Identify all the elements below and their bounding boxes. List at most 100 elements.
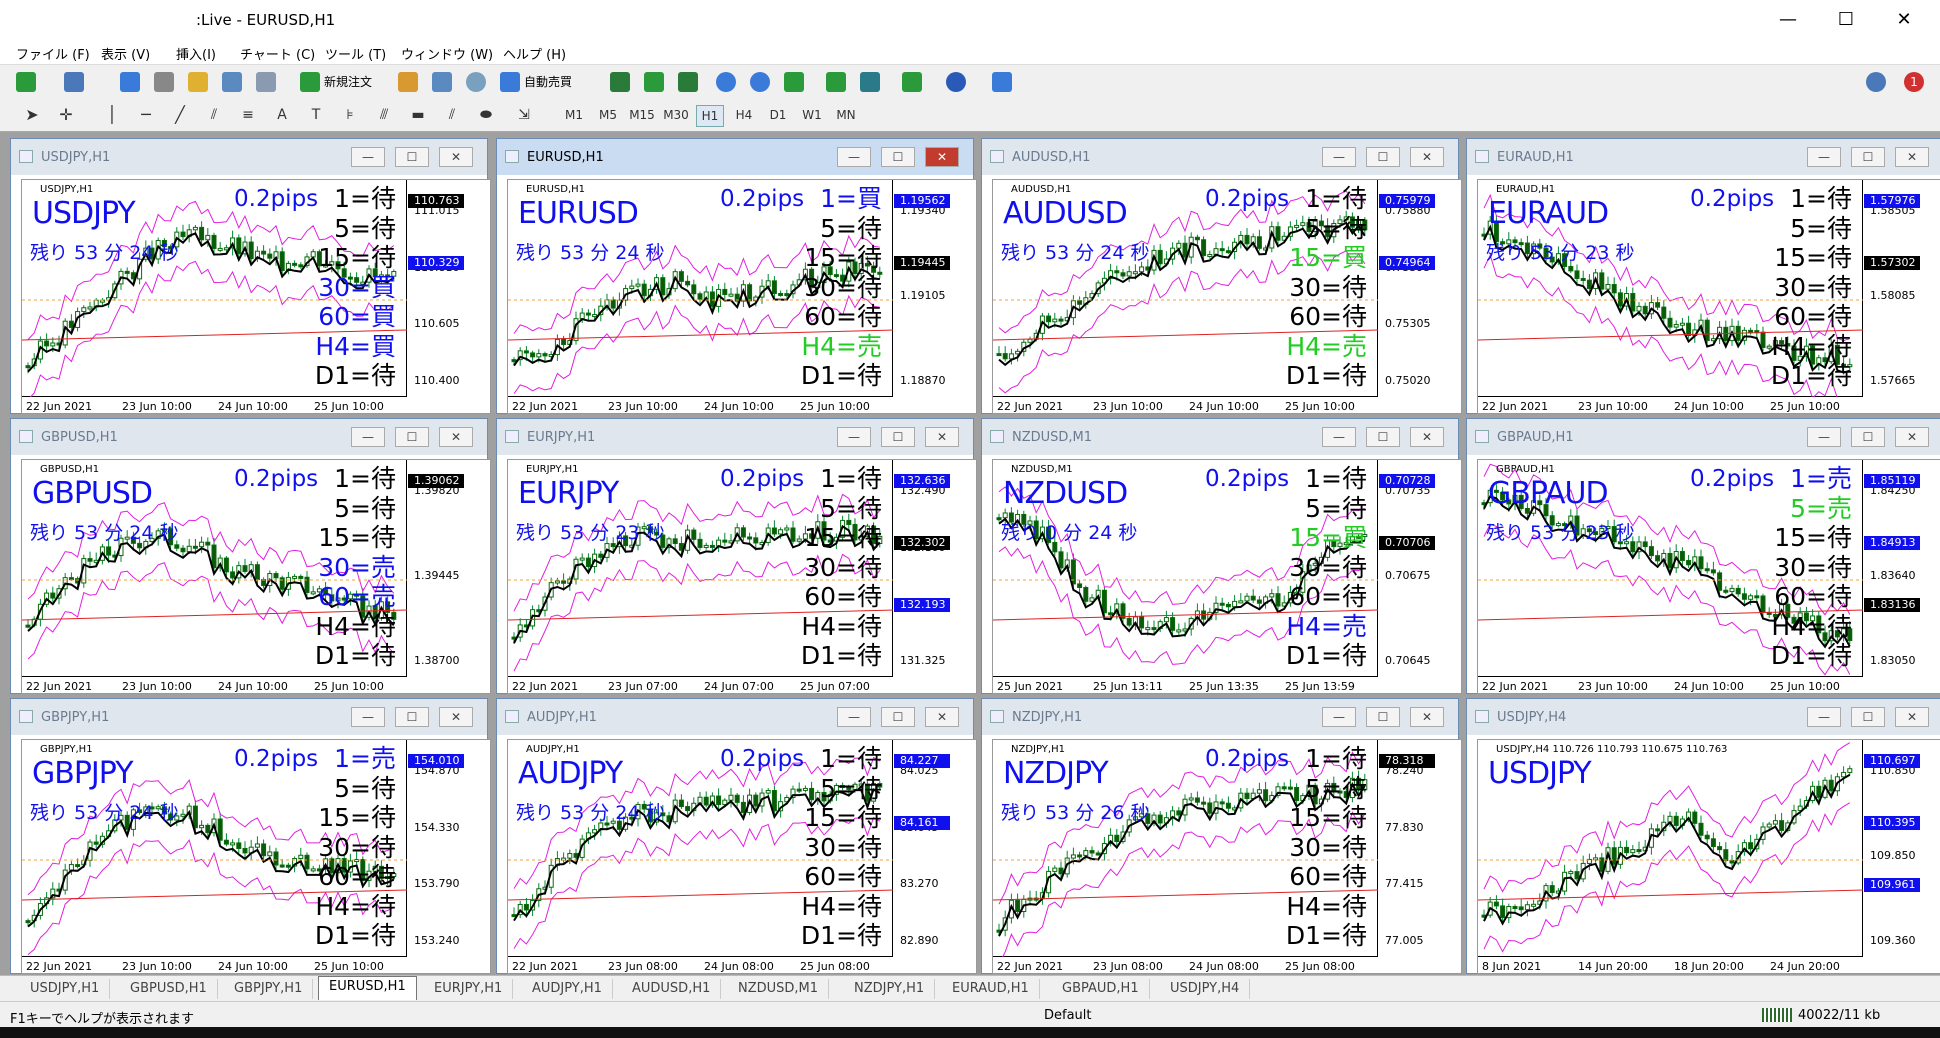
chart-window-caption[interactable]: GBPJPY,H1 — ☐ ✕ [11, 699, 487, 735]
maximize-chart-button[interactable]: ☐ [1851, 147, 1885, 167]
chart-window-caption[interactable]: USDJPY,H1 — ☐ ✕ [11, 139, 487, 175]
close-chart-button[interactable]: ✕ [1410, 427, 1444, 447]
tile-windows-icon[interactable] [784, 72, 804, 92]
menu-insert[interactable]: 挿入(I) [176, 44, 216, 63]
channel-icon[interactable]: ⫽ [438, 105, 466, 125]
timeframe-m30[interactable]: M30 [662, 105, 690, 125]
search-icon[interactable] [1866, 72, 1886, 92]
zoom-out-icon[interactable] [750, 72, 770, 92]
tab-nzdusd-m1[interactable]: NZDUSD,M1 [728, 979, 830, 999]
bar-chart-icon[interactable] [610, 72, 630, 92]
crosshair-icon[interactable] [154, 72, 174, 92]
chart-area[interactable]: AUDJPY,H1 AUDJPY 0.2pips 残り 53 分 24 秒 1=待 5=待… [507, 739, 977, 974]
close-chart-button[interactable]: ✕ [925, 427, 959, 447]
minimize-chart-button[interactable]: — [351, 147, 385, 167]
minimize-chart-button[interactable]: — [1322, 707, 1356, 727]
tab-usdjpy-h4[interactable]: USDJPY,H4 [1160, 979, 1251, 999]
navigator-icon[interactable] [188, 72, 208, 92]
equidistant-channel-icon[interactable]: ⫽ [200, 105, 228, 125]
minimize-chart-button[interactable]: — [351, 707, 385, 727]
new-order-icon[interactable] [300, 72, 320, 92]
tab-audjpy-h1[interactable]: AUDJPY,H1 [522, 979, 613, 999]
tab-audusd-h1[interactable]: AUDUSD,H1 [622, 979, 722, 999]
close-chart-button[interactable]: ✕ [1410, 147, 1444, 167]
chart-window[interactable]: USDJPY,H4 — ☐ ✕ USDJPY,H4 110.726 110.793 11… [1466, 698, 1940, 974]
minimize-chart-button[interactable]: — [837, 427, 871, 447]
tab-eurjpy-h1[interactable]: EURJPY,H1 [424, 979, 514, 999]
chart-window[interactable]: GBPJPY,H1— ☐ ✕ GBPJPY,H1 GBPJPY 0.2pips 残り 53 … [10, 698, 491, 974]
chart-window-caption[interactable]: EURJPY,H1 — ☐ ✕ [497, 419, 973, 455]
notification-badge[interactable]: 1 [1904, 72, 1924, 92]
tab-gbpaud-h1[interactable]: GBPAUD,H1 [1052, 979, 1150, 999]
chart-area[interactable]: NZDUSD,M1 NZDUSD 0.2pips 残り 0 分 24 秒 1=待 5=待 1… [992, 459, 1462, 694]
price-plot[interactable]: AUDUSD,H1 AUDUSD 0.2pips 残り 53 分 24 秒 1=待 5=待… [993, 180, 1378, 397]
menu-window[interactable]: ウィンドウ (W) [401, 44, 493, 63]
timeframe-h4[interactable]: H4 [730, 105, 758, 125]
price-plot[interactable]: NZDJPY,H1 NZDJPY 0.2pips 残り 53 分 26 秒 1=待 5=待… [993, 740, 1378, 957]
tab-nzdjpy-h1[interactable]: NZDJPY,H1 [844, 979, 936, 999]
crosshair-tool-icon[interactable]: ✛ [52, 105, 80, 125]
new-chart-icon[interactable] [16, 72, 36, 92]
menu-help[interactable]: ヘルプ (H) [503, 44, 566, 63]
price-plot[interactable]: GBPUSD,H1 GBPUSD 0.2pips 残り 53 分 24 秒 1=待 5=待… [22, 460, 407, 677]
timeframe-m15[interactable]: M15 [628, 105, 656, 125]
chart-window[interactable]: AUDJPY,H1— ☐ ✕ AUDJPY,H1 AUDJPY 0.2pips 残り 53 … [496, 698, 977, 974]
terminal-icon[interactable] [222, 72, 242, 92]
close-chart-button[interactable]: ✕ [1895, 427, 1929, 447]
close-chart-button[interactable]: ✕ [439, 707, 473, 727]
tab-eurusd-h1[interactable]: EURUSD,H1 [318, 976, 417, 1000]
new-order-button[interactable]: 新規注文 [324, 70, 372, 94]
chart-window[interactable]: EURJPY,H1— ☐ ✕ EURJPY,H1 EURJPY 0.2pips 残り 53 … [496, 418, 977, 694]
chart-area[interactable]: GBPJPY,H1 GBPJPY 0.2pips 残り 53 分 24 秒 1=売 5=待… [21, 739, 491, 974]
price-plot[interactable]: USDJPY,H4 110.726 110.793 110.675 110.76… [1478, 740, 1863, 957]
arrows-icon[interactable]: ⇲ [510, 105, 538, 125]
timeframe-d1[interactable]: D1 [764, 105, 792, 125]
menu-tools[interactable]: ツール (T) [325, 44, 386, 63]
auto-trade-button[interactable]: 自動売買 [524, 70, 572, 94]
text-label-icon[interactable]: T [302, 105, 330, 125]
auto-trade-icon[interactable] [500, 72, 520, 92]
tab-gbpjpy-h1[interactable]: GBPJPY,H1 [224, 979, 314, 999]
price-plot[interactable]: USDJPY,H1 USDJPY 0.2pips 残り 53 分 24 秒 1=待 5=待… [22, 180, 407, 397]
vertical-line-icon[interactable]: │ [98, 105, 126, 125]
chart-shift-icon[interactable] [860, 72, 880, 92]
close-chart-button[interactable]: ✕ [439, 147, 473, 167]
timeframe-m5[interactable]: M5 [594, 105, 622, 125]
timeframe-h1[interactable]: H1 [696, 105, 724, 127]
profiles-icon[interactable] [64, 72, 84, 92]
close-chart-button[interactable]: ✕ [925, 147, 959, 167]
market-icon[interactable] [466, 72, 486, 92]
timeframe-w1[interactable]: W1 [798, 105, 826, 125]
chart-area[interactable]: USDJPY,H4 110.726 110.793 110.675 110.76… [1477, 739, 1940, 974]
menu-file[interactable]: ファイル (F) [16, 44, 90, 63]
chart-window-caption[interactable]: AUDJPY,H1 — ☐ ✕ [497, 699, 973, 735]
chart-window-caption[interactable]: EURUSD,H1 — ☐ ✕ [497, 139, 973, 175]
metaeditor-icon[interactable] [398, 72, 418, 92]
chart-window[interactable]: NZDUSD,M1— ☐ ✕ NZDUSD,M1 NZDUSD 0.2pips 残り 0 分… [981, 418, 1462, 694]
chart-window-caption[interactable]: GBPAUD,H1 — ☐ ✕ [1467, 419, 1940, 455]
maximize-button[interactable]: ☐ [1818, 0, 1874, 40]
minimize-chart-button[interactable]: — [1807, 427, 1841, 447]
maximize-chart-button[interactable]: ☐ [1851, 707, 1885, 727]
price-plot[interactable]: EURUSD,H1 EURUSD 0.2pips 残り 53 分 24 秒 1=買 5=待… [508, 180, 893, 397]
price-plot[interactable]: EURJPY,H1 EURJPY 0.2pips 残り 53 分 23 秒 1=待 5=待… [508, 460, 893, 677]
timeframe-m1[interactable]: M1 [560, 105, 588, 125]
close-chart-button[interactable]: ✕ [439, 427, 473, 447]
price-plot[interactable]: GBPAUD,H1 GBPAUD 0.2pips 残り 53 分 23 秒 1=売 5=売… [1478, 460, 1863, 677]
minimize-chart-button[interactable]: — [351, 427, 385, 447]
chart-area[interactable]: GBPAUD,H1 GBPAUD 0.2pips 残り 53 分 23 秒 1=売 5=売… [1477, 459, 1940, 694]
chart-area[interactable]: USDJPY,H1 USDJPY 0.2pips 残り 53 分 24 秒 1=待 5=待… [21, 179, 491, 414]
chart-window-caption[interactable]: USDJPY,H4 — ☐ ✕ [1467, 699, 1940, 735]
maximize-chart-button[interactable]: ☐ [1851, 427, 1885, 447]
chart-area[interactable]: EURAUD,H1 EURAUD 0.2pips 残り 53 分 23 秒 1=待 5=待… [1477, 179, 1940, 414]
minimize-button[interactable]: — [1760, 0, 1816, 40]
fibonacci-icon[interactable]: ≡ [234, 105, 262, 125]
chart-window[interactable]: NZDJPY,H1— ☐ ✕ NZDJPY,H1 NZDJPY 0.2pips 残り 53 … [981, 698, 1462, 974]
maximize-chart-button[interactable]: ☐ [881, 427, 915, 447]
maximize-chart-button[interactable]: ☐ [881, 147, 915, 167]
chart-area[interactable]: GBPUSD,H1 GBPUSD 0.2pips 残り 53 分 24 秒 1=待 5=待… [21, 459, 491, 694]
chart-window[interactable]: GBPAUD,H1— ☐ ✕ GBPAUD,H1 GBPAUD 0.2pips 残り 53 … [1466, 418, 1940, 694]
auto-scroll-icon[interactable] [826, 72, 846, 92]
close-chart-button[interactable]: ✕ [925, 707, 959, 727]
chart-window-caption[interactable]: NZDUSD,M1 — ☐ ✕ [982, 419, 1458, 455]
